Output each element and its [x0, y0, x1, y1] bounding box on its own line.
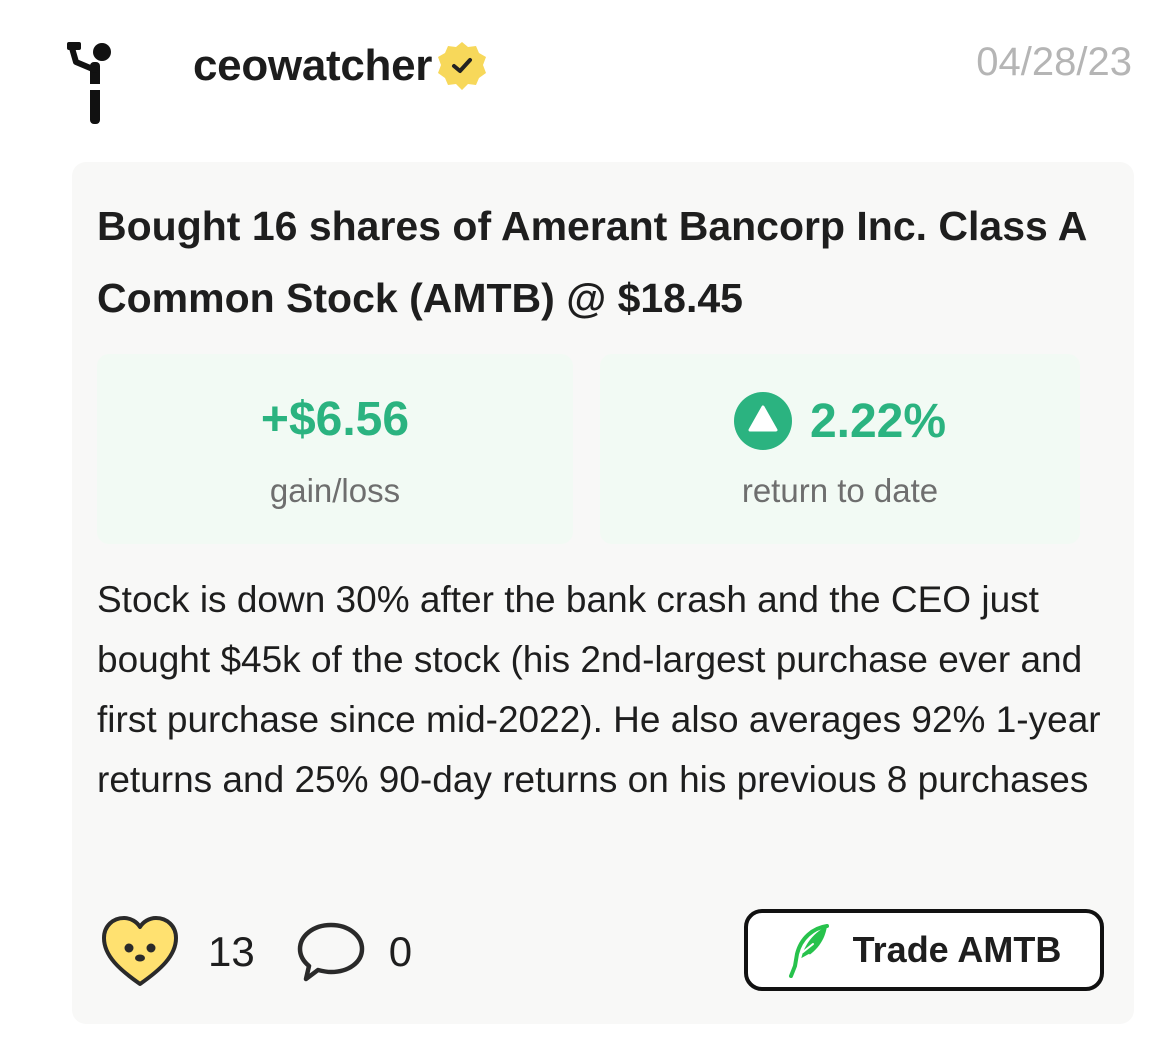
speech-bubble-icon[interactable]	[295, 919, 367, 985]
gain-loss-label: gain/loss	[269, 472, 401, 509]
return-row: 2.22%	[600, 392, 1080, 450]
up-triangle-icon	[733, 392, 792, 450]
gain-loss-panel: +$6.56 gain/loss	[97, 354, 573, 544]
post-body: Stock is down 30% after the bank crash a…	[97, 579, 1101, 800]
trade-button-label: Trade AMTB	[852, 929, 1062, 970]
return-panel: 2.22% return to date	[600, 354, 1080, 544]
trade-title: Bought 16 shares of Amerant Bancorp Inc.…	[97, 203, 1086, 321]
feather-icon	[788, 924, 829, 978]
author-row: ceowatcher	[193, 38, 490, 94]
trade-button[interactable]: Trade AMTB	[744, 909, 1104, 991]
like-count: 13	[208, 928, 255, 975]
heart-face-icon[interactable]	[100, 914, 180, 990]
post-date: 04/28/23	[976, 40, 1132, 84]
comment-count: 0	[388, 928, 413, 975]
username[interactable]: ceowatcher	[193, 41, 432, 91]
reaction-bar: 13 0	[100, 914, 412, 990]
verified-badge-icon	[438, 42, 487, 90]
gain-loss-value: +$6.56	[260, 393, 410, 446]
avatar[interactable]	[62, 40, 122, 130]
return-label: return to date	[741, 472, 939, 509]
trade-post-card: Bought 16 shares of Amerant Bancorp Inc.…	[72, 162, 1134, 1024]
return-value: 2.22%	[809, 394, 947, 448]
person-drinking-icon	[67, 42, 111, 124]
